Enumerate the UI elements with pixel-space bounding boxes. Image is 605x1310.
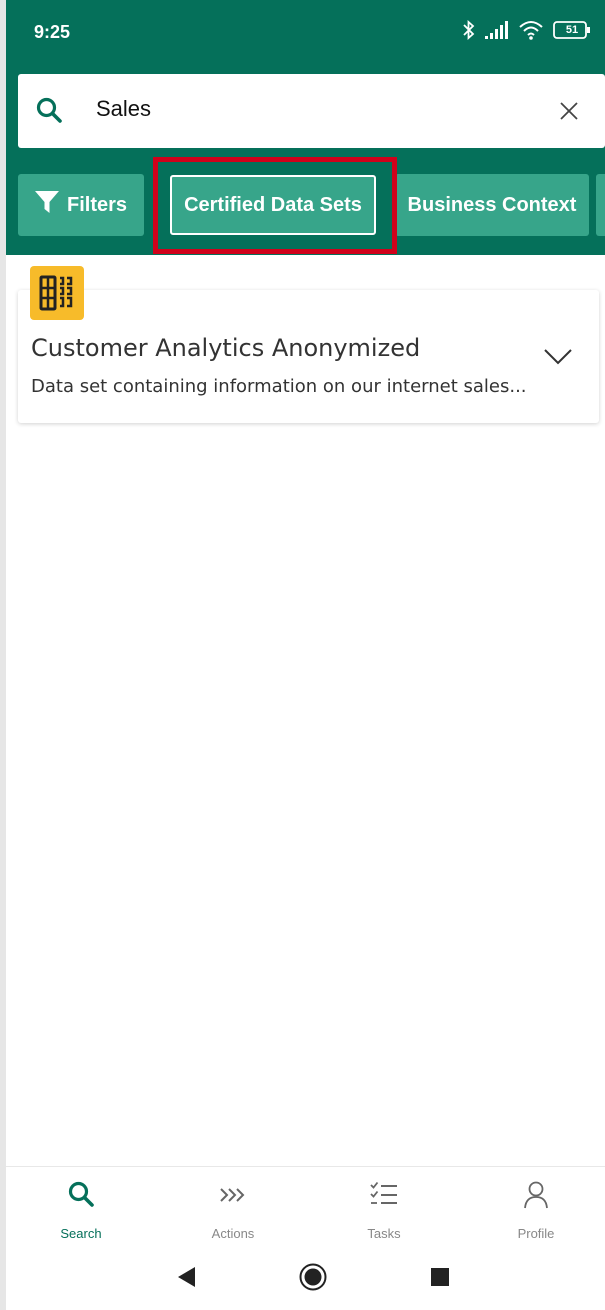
nav-profile-label: Profile: [517, 1226, 555, 1241]
filter-icon: [34, 191, 59, 219]
status-time: 9:25: [34, 22, 71, 42]
search-input[interactable]: Sales: [96, 96, 151, 122]
battery-icon: 51: [553, 20, 591, 40]
dataset-icon: [30, 266, 84, 320]
filters-button[interactable]: Filters: [18, 174, 144, 236]
status-bar: 9:25 51: [6, 0, 605, 68]
search-bar[interactable]: Sales: [18, 74, 605, 148]
bluetooth-icon: [463, 20, 475, 40]
bottom-nav: Search Actions Tasks Profile: [6, 1166, 605, 1242]
person-icon: [523, 1181, 549, 1213]
certified-data-sets-chip[interactable]: Certified Data Sets: [170, 175, 376, 235]
home-icon[interactable]: [299, 1263, 327, 1295]
nav-actions-label: Actions: [211, 1226, 255, 1241]
result-card[interactable]: Customer Analytics Anonymized Data set c…: [18, 290, 599, 423]
nav-tasks-label: Tasks: [367, 1226, 401, 1241]
nav-search-label: Search: [60, 1226, 102, 1241]
nav-tasks[interactable]: Tasks: [324, 1167, 444, 1243]
back-icon[interactable]: [178, 1267, 196, 1291]
app-screen: 9:25 51 Sales Filters Certified Data Set…: [0, 0, 605, 1310]
nav-profile[interactable]: Profile: [476, 1167, 596, 1243]
signal-icon: [485, 21, 509, 39]
business-context-label: Business Context: [407, 193, 577, 216]
certified-data-sets-label: Certified Data Sets: [184, 193, 362, 216]
result-title[interactable]: Customer Analytics Anonymized: [31, 334, 420, 362]
battery-level: 51: [565, 24, 579, 36]
recent-apps-icon[interactable]: [431, 1268, 449, 1290]
chevron-down-icon[interactable]: [543, 348, 573, 370]
search-icon: [36, 97, 62, 127]
nav-search[interactable]: Search: [21, 1167, 141, 1243]
business-context-chip[interactable]: Business Context: [395, 174, 589, 236]
header: 9:25 51 Sales Filters Certified Data Set…: [6, 0, 605, 255]
more-chip[interactable]: [596, 174, 605, 236]
result-description: Data set containing information on our i…: [31, 376, 527, 397]
close-icon[interactable]: [559, 101, 579, 125]
filters-label: Filters: [66, 193, 128, 216]
search-icon: [68, 1181, 94, 1211]
status-icons: 51: [463, 20, 591, 40]
nav-actions[interactable]: Actions: [173, 1167, 293, 1243]
system-nav-bar: [6, 1242, 605, 1310]
checklist-icon: [370, 1181, 398, 1211]
chevrons-right-icon: [220, 1187, 246, 1206]
wifi-icon: [519, 20, 543, 40]
